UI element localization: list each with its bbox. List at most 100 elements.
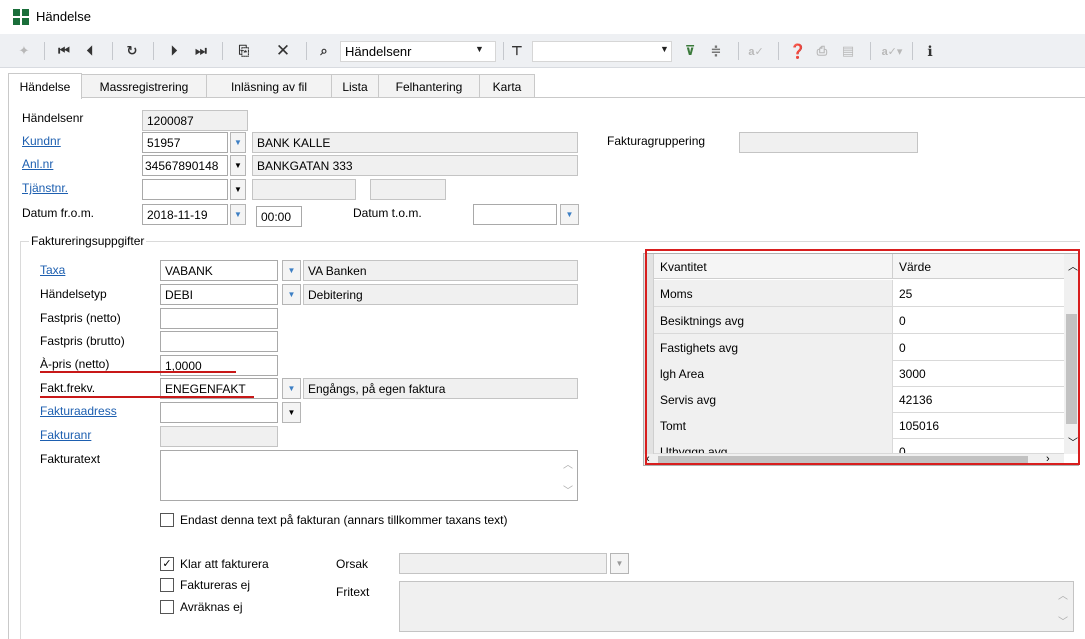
new-record-icon[interactable]: ⎘ [234, 41, 254, 61]
avraknas-ej-label: Avräknas ej [180, 600, 243, 614]
faktureringsuppgifter-title: Faktureringsuppgifter [29, 234, 147, 248]
taxa-link[interactable]: Taxa [40, 263, 65, 277]
highlight-underline [40, 371, 236, 373]
orsak-label: Orsak [336, 557, 369, 571]
klar-att-fakturera-label: Klar att fakturera [180, 557, 269, 571]
fakturaadress-dropdown-icon[interactable]: ▼ [282, 402, 301, 423]
tjanstnr-link[interactable]: Tjänstnr. [22, 181, 68, 195]
scroll-down-icon[interactable]: ﹀ [1058, 613, 1068, 628]
handelsenr-label: Händelsenr [22, 111, 84, 125]
handelsenr-field: 1200087 [142, 110, 248, 131]
kundnr-dropdown-icon[interactable]: ▼ [230, 132, 246, 153]
fastpris-brutto-label: Fastpris (brutto) [40, 334, 125, 348]
tjanst-extra-field [370, 179, 446, 200]
anlnr-dropdown-icon[interactable]: ▼ [230, 155, 246, 176]
refresh-icon[interactable]: ↻ [121, 41, 143, 61]
scroll-down-icon[interactable]: ﹀ [563, 482, 573, 497]
handelsetyp-desc-field: Debitering [303, 284, 578, 305]
tab-lista[interactable]: Lista [331, 74, 379, 98]
filter-icon[interactable]: ⊤ [507, 41, 527, 61]
calendar-dropdown-icon[interactable]: ▼ [560, 204, 579, 225]
fritext-label: Fritext [336, 585, 370, 599]
fakturagruppering-label: Fakturagruppering [607, 134, 706, 148]
kundnr-field[interactable]: 51957 [142, 132, 228, 153]
anl-address-field: BANKGATAN 333 [252, 155, 578, 176]
tjanstnr-dropdown-icon[interactable]: ▼ [230, 179, 246, 200]
fakt-frekv-dropdown-icon[interactable]: ▼ [282, 378, 301, 399]
scroll-up-icon[interactable]: ︿ [1058, 587, 1068, 602]
orsak-dropdown-icon[interactable]: ▼ [610, 553, 629, 574]
fritext-textarea [399, 581, 1074, 632]
taxa-field[interactable]: VABANK [160, 260, 278, 281]
datum-from-label: Datum fr.o.m. [22, 206, 95, 220]
fastpris-netto-field[interactable] [160, 308, 278, 329]
anlnr-field[interactable]: 34567890148 [142, 155, 228, 176]
kundnr-link[interactable]: Kundnr [22, 134, 61, 148]
info-icon[interactable]: ℹ [920, 41, 940, 61]
highlight-underline [40, 396, 254, 398]
previous-record-icon[interactable]: ⏴ [80, 41, 100, 61]
fastpris-netto-label: Fastpris (netto) [40, 311, 121, 325]
orsak-field [399, 553, 607, 574]
app-grid-icon [13, 9, 29, 25]
fakturagruppering-field [739, 132, 918, 153]
spellcheck-options-icon[interactable]: a✓▾ [878, 41, 906, 61]
handelsetyp-label: Händelsetyp [40, 287, 107, 301]
fakturaadress-link[interactable]: Fakturaadress [40, 404, 117, 418]
faktureras-ej-label: Faktureras ej [180, 578, 251, 592]
next-record-icon[interactable]: ⏵ [164, 41, 184, 61]
tab-massregistrering[interactable]: Massregistrering [81, 74, 207, 98]
fakt-frekv-label: Fakt.frekv. [40, 381, 96, 395]
print-preview-icon[interactable]: ▤ [838, 41, 858, 61]
tab-felhantering[interactable]: Felhantering [378, 74, 480, 98]
help-icon[interactable]: ❓ [788, 41, 808, 61]
toolbar: ✦ ⏮ ⏴ ↻ ⏵ ⏭ ⎘ ✕ ⌕ Händelsenr ▼ ⊤ ▼ ⊽ ≑ a… [0, 34, 1085, 68]
chevron-down-icon[interactable]: ▼ [475, 44, 484, 54]
tab-inlasning-av-fil[interactable]: Inläsning av fil [206, 74, 332, 98]
chevron-down-icon[interactable]: ▼ [660, 44, 669, 54]
tjanst-desc-field [252, 179, 356, 200]
taxa-dropdown-icon[interactable]: ▼ [282, 260, 301, 281]
datum-from-date-field[interactable]: 2018-11-19 [142, 204, 228, 225]
window-title: Händelse [36, 9, 91, 24]
handelsetyp-field[interactable]: DEBI [160, 284, 278, 305]
datum-tom-label: Datum t.o.m. [353, 206, 422, 220]
anlnr-link[interactable]: Anl.nr [22, 157, 53, 171]
kund-name-field: BANK KALLE [252, 132, 578, 153]
datum-tom-field[interactable] [473, 204, 557, 225]
datum-from-time-field[interactable]: 00:00 [256, 206, 302, 227]
fakturatext-textarea[interactable] [160, 450, 578, 501]
tab-karta[interactable]: Karta [479, 74, 535, 98]
tjanstnr-field[interactable] [142, 179, 228, 200]
last-record-icon[interactable]: ⏭ [190, 41, 212, 61]
taxa-desc-field: VA Banken [303, 260, 578, 281]
apris-netto-label: À-pris (netto) [40, 357, 110, 371]
print-icon[interactable]: ⎙ [812, 41, 832, 61]
spellcheck-icon[interactable]: a✓ [744, 41, 768, 61]
search-field-combo[interactable]: Händelsenr [340, 41, 496, 62]
endast-text-label: Endast denna text på fakturan (annars ti… [180, 513, 508, 527]
delete-icon[interactable]: ✕ [272, 41, 294, 61]
first-record-icon[interactable]: ⏮ [54, 41, 74, 61]
faktureras-ej-checkbox[interactable] [160, 578, 174, 592]
scroll-up-icon[interactable]: ︿ [563, 456, 573, 471]
fastpris-brutto-field[interactable] [160, 331, 278, 352]
avraknas-ej-checkbox[interactable] [160, 600, 174, 614]
tab-handelse[interactable]: Händelse [8, 73, 82, 99]
sort-icon[interactable]: ≑ [706, 41, 726, 61]
endast-text-checkbox[interactable] [160, 513, 174, 527]
fakt-frekv-desc-field: Engångs, på egen faktura [303, 378, 578, 399]
search-icon[interactable]: ⌕ [314, 41, 334, 61]
handelsetyp-dropdown-icon[interactable]: ▼ [282, 284, 301, 305]
title-bar: Händelse [0, 0, 1085, 34]
fakturanr-field [160, 426, 278, 447]
fakturatext-label: Fakturatext [40, 452, 101, 466]
fakturaadress-field[interactable] [160, 402, 278, 423]
filter-combo[interactable] [532, 41, 672, 62]
highlight-box [645, 249, 1080, 465]
fakturanr-link[interactable]: Fakturanr [40, 428, 91, 442]
calendar-dropdown-icon[interactable]: ▼ [230, 204, 246, 225]
klar-att-fakturera-checkbox[interactable]: ✓ [160, 557, 174, 571]
filter-settings-icon[interactable]: ⊽ [680, 41, 700, 61]
pin-icon[interactable]: ✦ [14, 41, 34, 61]
